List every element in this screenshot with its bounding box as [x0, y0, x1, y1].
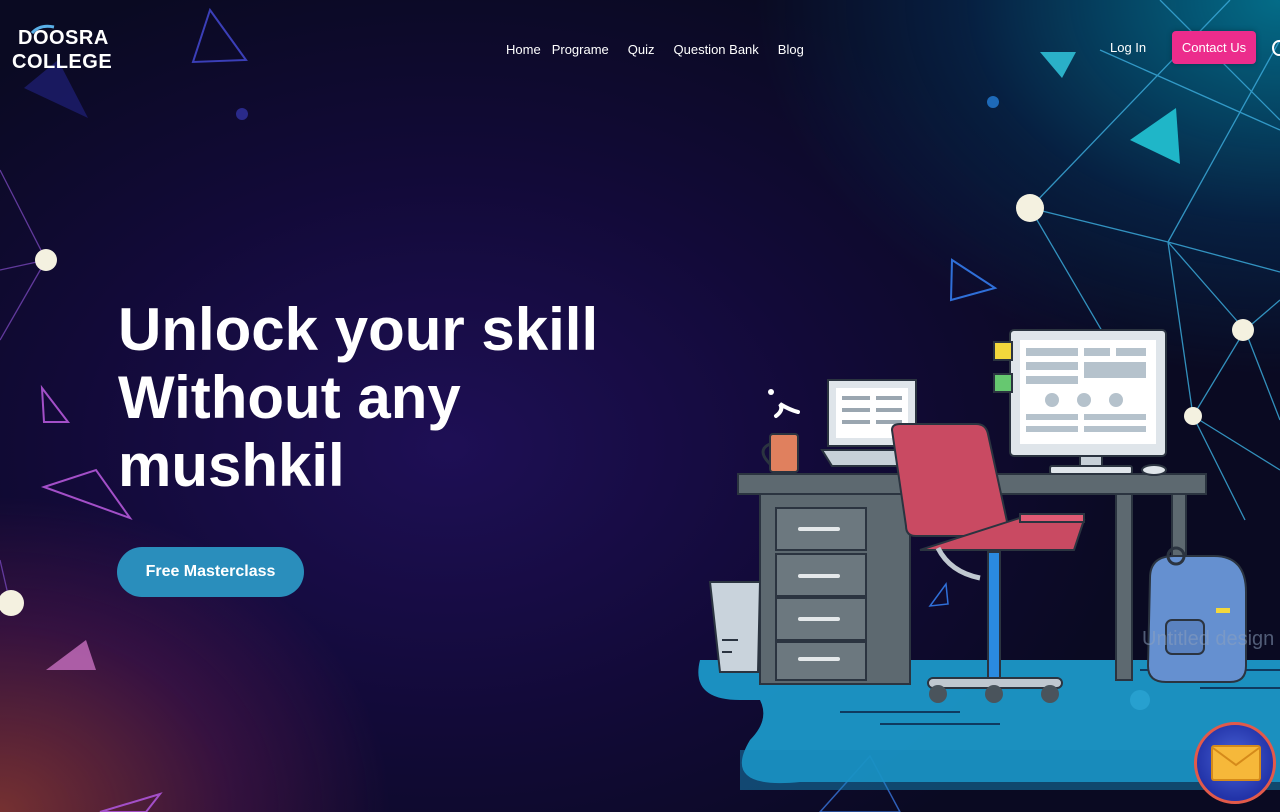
nav-item-blog[interactable]: Blog	[778, 42, 804, 57]
nav-item-question-bank[interactable]: Question Bank	[674, 42, 759, 57]
site-header: DOOSRA COLLEGE Home Programe Quiz Questi…	[0, 0, 1280, 100]
nav-item-programe[interactable]: Programe	[552, 42, 609, 57]
contact-us-button[interactable]: Contact Us	[1172, 31, 1256, 64]
search-icon[interactable]	[1272, 40, 1280, 56]
logo-text-line1: DOOSRA	[18, 27, 109, 49]
envelope-icon	[1211, 745, 1261, 781]
nav-item-quiz[interactable]: Quiz	[628, 42, 655, 57]
logo[interactable]: DOOSRA COLLEGE	[12, 24, 113, 74]
nav-item-home[interactable]: Home	[506, 42, 541, 57]
desk-illustration	[698, 329, 1280, 790]
mail-chat-button[interactable]	[1194, 722, 1276, 804]
hero-title-line: Without any	[118, 364, 461, 431]
hero-title-line: Unlock your skill	[118, 296, 599, 363]
design-watermark: Untitled design	[1142, 628, 1275, 650]
logo-text-line2: COLLEGE	[12, 51, 113, 73]
hero-title: Unlock your skill Without any mushkil	[118, 296, 678, 500]
logo-swoosh-icon	[30, 24, 55, 34]
main-nav: Home Programe Quiz Question Bank Blog	[506, 42, 823, 57]
login-link[interactable]: Log In	[1110, 40, 1146, 55]
hero-title-line: mushkil	[118, 432, 345, 499]
free-masterclass-button[interactable]: Free Masterclass	[117, 547, 304, 597]
